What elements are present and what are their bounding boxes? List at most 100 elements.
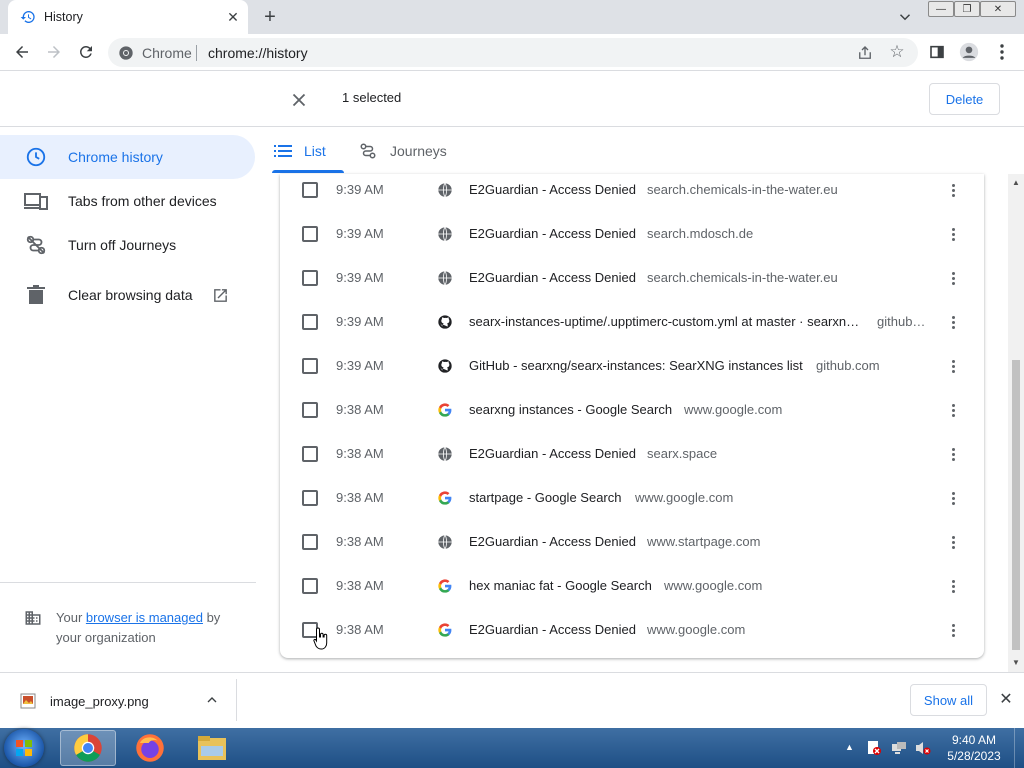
clock-time[interactable]: 9:40 AM — [944, 733, 1004, 747]
tab-close-icon[interactable]: ✕ — [224, 8, 242, 26]
address-bar[interactable]: Chrome chrome://history ☆ — [108, 38, 918, 67]
more-actions-icon[interactable] — [944, 268, 962, 288]
row-checkbox[interactable] — [302, 578, 318, 594]
start-button[interactable] — [4, 729, 44, 767]
globe-icon — [438, 271, 452, 285]
google-icon — [438, 623, 452, 637]
managed-link[interactable]: browser is managed — [86, 610, 203, 625]
more-actions-icon[interactable] — [944, 488, 962, 508]
close-downloads-icon[interactable]: ✕ — [997, 691, 1015, 709]
more-actions-icon[interactable] — [944, 400, 962, 420]
network-icon[interactable] — [891, 740, 907, 756]
sidebar-item-tabs-other-devices[interactable]: Tabs from other devices — [0, 179, 255, 223]
history-row[interactable]: 9:39 AM E2Guardian - Access Denied searc… — [280, 222, 984, 266]
row-checkbox[interactable] — [302, 314, 318, 330]
page-title-link[interactable]: E2Guardian - Access Denied — [469, 226, 636, 241]
bookmark-star-icon[interactable]: ☆ — [888, 43, 906, 61]
restore-button[interactable]: ❐ — [954, 1, 980, 17]
page-title-link[interactable]: E2Guardian - Access Denied — [469, 534, 636, 549]
history-row[interactable]: 9:38 AM startpage - Google Search www.go… — [280, 486, 984, 530]
history-row[interactable]: 9:39 AM searx-instances-uptime/.upptimer… — [280, 310, 984, 354]
row-checkbox[interactable] — [302, 226, 318, 242]
row-checkbox[interactable] — [302, 358, 318, 374]
sidebar-item-label: Chrome history — [68, 149, 163, 165]
show-hidden-icons[interactable]: ▲ — [845, 742, 854, 752]
volume-muted-icon[interactable] — [915, 740, 931, 756]
url-text[interactable]: chrome://history — [208, 45, 308, 61]
taskbar-file-explorer[interactable] — [184, 730, 240, 766]
clear-selection-close-icon[interactable] — [288, 89, 310, 111]
tab-journeys[interactable]: Journeys — [358, 128, 447, 174]
sidebar-item-chrome-history[interactable]: Chrome history — [0, 135, 255, 179]
back-arrow-icon — [16, 46, 28, 58]
share-icon[interactable] — [856, 44, 874, 62]
tab-list[interactable]: List — [274, 128, 326, 174]
history-row[interactable]: 9:39 AM E2Guardian - Access Denied searc… — [280, 178, 984, 222]
reload-button[interactable] — [76, 42, 96, 62]
history-row[interactable]: 9:38 AM E2Guardian - Access Denied searx… — [280, 442, 984, 486]
sidebar-item-clear-browsing-data[interactable]: Clear browsing data — [0, 273, 255, 317]
scroll-up-arrow-icon[interactable]: ▲ — [1008, 178, 1024, 190]
chevron-up-icon[interactable] — [204, 692, 220, 708]
more-actions-icon[interactable] — [944, 180, 962, 200]
side-panel-button[interactable] — [927, 42, 947, 62]
history-row[interactable]: 9:38 AM hex maniac fat - Google Search w… — [280, 574, 984, 618]
scroll-thumb[interactable] — [1012, 360, 1020, 650]
taskbar-chrome[interactable] — [60, 730, 116, 766]
page-title-link[interactable]: searxng instances - Google Search — [469, 402, 672, 417]
show-desktop-button[interactable] — [1014, 728, 1024, 768]
visit-time: 9:38 AM — [336, 534, 384, 549]
forward-button[interactable] — [44, 42, 64, 62]
row-checkbox[interactable] — [302, 446, 318, 462]
more-actions-icon[interactable] — [944, 356, 962, 376]
scroll-down-arrow-icon[interactable]: ▼ — [1008, 658, 1024, 670]
history-row[interactable]: 9:38 AM searxng instances - Google Searc… — [280, 398, 984, 442]
row-checkbox[interactable] — [302, 182, 318, 198]
page-title-link[interactable]: E2Guardian - Access Denied — [469, 446, 636, 461]
chevron-down-icon[interactable] — [896, 8, 914, 26]
close-window-button[interactable]: ✕ — [980, 1, 1016, 17]
site-chip: Chrome — [142, 45, 192, 61]
visit-time: 9:38 AM — [336, 490, 384, 505]
back-button[interactable] — [12, 42, 32, 62]
page-title-link[interactable]: E2Guardian - Access Denied — [469, 270, 636, 285]
page-domain: www.google.com — [684, 402, 783, 417]
more-actions-icon[interactable] — [944, 620, 962, 640]
action-center-icon[interactable] — [866, 740, 882, 756]
taskbar-firefox[interactable] — [122, 730, 178, 766]
history-row[interactable]: 9:39 AM E2Guardian - Access Denied searc… — [280, 266, 984, 310]
minimize-button[interactable]: — — [928, 1, 954, 17]
page-title-link[interactable]: hex maniac fat - Google Search — [469, 578, 652, 593]
page-title-link[interactable]: GitHub - searxng/searx-instances: SearXN… — [469, 358, 803, 373]
row-checkbox[interactable] — [302, 402, 318, 418]
profile-button[interactable] — [959, 42, 979, 62]
more-actions-icon[interactable] — [944, 576, 962, 596]
row-checkbox[interactable] — [302, 270, 318, 286]
more-actions-icon[interactable] — [944, 224, 962, 244]
page-domain: search.chemicals-in-the-water.eu — [647, 270, 838, 285]
more-actions-icon[interactable] — [944, 532, 962, 552]
page-scrollbar[interactable]: ▲ ▼ — [1008, 174, 1024, 672]
more-actions-icon[interactable] — [944, 312, 962, 332]
page-title-link[interactable]: startpage - Google Search — [469, 490, 621, 505]
delete-button[interactable]: Delete — [929, 83, 1000, 115]
download-file-name[interactable]: image_proxy.png — [50, 694, 149, 709]
history-row[interactable]: 9:39 AM GitHub - searxng/searx-instances… — [280, 354, 984, 398]
menu-button[interactable] — [992, 42, 1012, 62]
tab-history[interactable]: History ✕ — [8, 0, 248, 34]
page-title-link[interactable]: E2Guardian - Access Denied — [469, 622, 636, 637]
more-actions-icon[interactable] — [944, 444, 962, 464]
page-title-link[interactable]: searx-instances-uptime/.upptimerc-custom… — [469, 314, 859, 329]
managed-prefix: Your — [56, 610, 86, 625]
history-row[interactable]: 9:38 AM E2Guardian - Access Denied www.g… — [280, 618, 984, 658]
clock-date[interactable]: 5/28/2023 — [944, 749, 1004, 763]
sidebar-item-turn-off-journeys[interactable]: Turn off Journeys — [0, 223, 255, 267]
new-tab-button[interactable]: + — [258, 6, 282, 28]
show-all-downloads-button[interactable]: Show all — [910, 684, 987, 716]
history-row[interactable]: 9:38 AM E2Guardian - Access Denied www.s… — [280, 530, 984, 574]
building-icon — [25, 611, 41, 625]
row-checkbox[interactable] — [302, 534, 318, 550]
page-title-link[interactable]: E2Guardian - Access Denied — [469, 182, 636, 197]
row-checkbox[interactable] — [302, 490, 318, 506]
tab-list-label: List — [304, 143, 326, 159]
